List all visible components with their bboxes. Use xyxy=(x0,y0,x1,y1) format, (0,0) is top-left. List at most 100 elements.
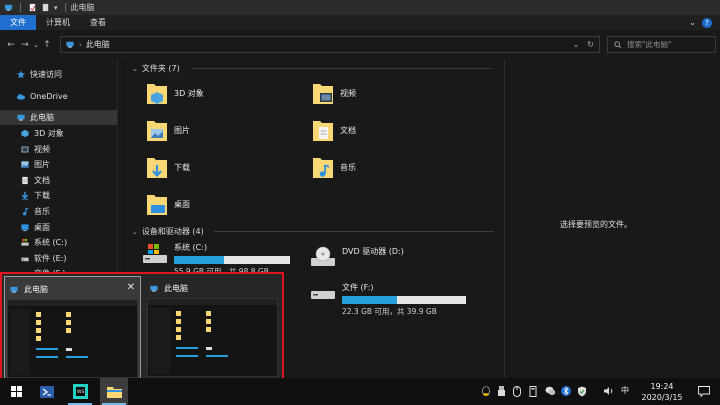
nav-item-pictures[interactable]: 图片 xyxy=(0,157,117,172)
nav-item-this-pc[interactable]: 此电脑 xyxy=(0,110,117,125)
devices-group-header[interactable]: ⌄ 设备和驱动器 (4) xyxy=(132,226,502,237)
clock-time: 19:24 xyxy=(650,382,674,391)
forward-arrow-icon[interactable]: → xyxy=(18,38,32,52)
file-explorer-icon xyxy=(106,386,122,398)
folder-music[interactable]: 音乐 xyxy=(312,154,356,180)
preview-divider[interactable] xyxy=(504,60,505,378)
computer-icon xyxy=(4,4,13,11)
drive-usage-fill xyxy=(342,296,397,304)
search-input[interactable]: 搜索"此电脑" xyxy=(607,36,716,53)
nav-item-onedrive[interactable]: OneDrive xyxy=(0,89,117,104)
nav-item-label: 文档 xyxy=(34,176,50,185)
address-bar[interactable]: › 此电脑 ⌄ ↻ xyxy=(60,36,600,53)
taskbar-powershell[interactable] xyxy=(33,378,61,405)
notification-icon xyxy=(698,386,710,397)
new-folder-icon[interactable] xyxy=(41,3,50,12)
folder-label: 视频 xyxy=(340,88,356,98)
folder-label: 下载 xyxy=(174,162,190,172)
action-center-button[interactable] xyxy=(692,378,716,405)
drive-d[interactable]: DVD 驱动器 (D:) xyxy=(310,246,404,268)
nav-item-quick-access[interactable]: 快速访问 xyxy=(0,67,117,82)
refresh-icon[interactable]: ↻ xyxy=(587,40,594,49)
tab-view[interactable]: 查看 xyxy=(80,15,116,30)
thumbnail-title: 此电脑 xyxy=(164,284,188,293)
powershell-icon xyxy=(40,385,54,398)
video-icon xyxy=(21,146,29,153)
qq-icon[interactable] xyxy=(481,385,491,396)
folder-videos[interactable]: 视频 xyxy=(312,80,356,106)
window-thumbnail[interactable]: 此电脑 ✕ xyxy=(4,276,141,380)
up-arrow-icon[interactable]: ↑ xyxy=(40,38,54,52)
folder-label: 桌面 xyxy=(174,199,190,209)
folder-icon xyxy=(313,84,333,104)
taskbar-webstorm[interactable]: WS xyxy=(66,378,94,405)
volume-icon[interactable] xyxy=(603,386,615,396)
thumbnail-preview xyxy=(147,298,278,377)
back-arrow-icon[interactable]: ← xyxy=(4,38,18,52)
quick-access-toolbar: ▾ xyxy=(0,3,69,12)
wechat-icon[interactable] xyxy=(545,386,556,396)
taskbar-clock[interactable]: 19:24 2020/3/15 xyxy=(636,381,688,403)
nav-item-videos[interactable]: 视频 xyxy=(0,142,117,157)
picture-icon xyxy=(21,161,29,168)
address-row: ← → ⌄ ↑ › 此电脑 ⌄ ↻ 搜索"此电脑" xyxy=(0,32,720,57)
folder-icon xyxy=(147,121,167,141)
nav-item-label: 系统 (C:) xyxy=(34,238,68,247)
nav-item-label: 下载 xyxy=(34,191,50,200)
ribbon-tabs: 文件 计算机 查看 ⌄ ? xyxy=(0,15,720,30)
nav-item-documents[interactable]: 文档 xyxy=(0,173,117,188)
dvd-drive-icon xyxy=(311,246,335,266)
chevron-down-icon: ⌄ xyxy=(132,64,138,73)
storage-icon[interactable] xyxy=(529,385,539,397)
system-tray: 中 xyxy=(481,385,629,397)
properties-icon[interactable] xyxy=(28,3,37,12)
bluetooth-icon[interactable] xyxy=(561,385,571,396)
clock-date: 2020/3/15 xyxy=(641,393,683,402)
preview-pane-text: 选择要预览的文件。 xyxy=(560,220,632,229)
address-path: 此电脑 xyxy=(85,40,110,49)
nav-item-3d-objects[interactable]: 3D 对象 xyxy=(0,126,117,141)
cloud-icon xyxy=(16,94,26,100)
help-icon[interactable]: ? xyxy=(702,17,712,28)
recent-locations-icon[interactable]: ⌄ xyxy=(32,38,40,52)
taskbar: WS 中 19:24 2020/3/15 xyxy=(0,378,720,405)
folder-label: 3D 对象 xyxy=(174,88,204,98)
computer-icon xyxy=(17,114,25,121)
nav-item-drive-e[interactable]: 软件 (E:) xyxy=(0,251,117,266)
folder-pictures[interactable]: 图片 xyxy=(146,117,190,143)
folders-group-header[interactable]: ⌄ 文件夹 (7) xyxy=(132,63,502,74)
nav-item-downloads[interactable]: 下载 xyxy=(0,188,117,203)
tab-computer[interactable]: 计算机 xyxy=(36,15,80,30)
nav-item-drive-c[interactable]: 系统 (C:) xyxy=(0,235,117,250)
folder-documents[interactable]: 文档 xyxy=(312,117,356,143)
usb-icon[interactable] xyxy=(497,385,507,396)
folder-downloads[interactable]: 下载 xyxy=(146,154,190,180)
customize-toolbar-icon[interactable]: ▾ xyxy=(54,4,58,12)
title-bar: ▾ 此电脑 xyxy=(0,0,720,15)
download-icon xyxy=(21,191,29,200)
folder-label: 文档 xyxy=(340,125,356,135)
nav-item-desktop[interactable]: 桌面 xyxy=(0,220,117,235)
drive-name: 系统 (C:) xyxy=(174,243,208,252)
nav-item-music[interactable]: 音乐 xyxy=(0,204,117,219)
input-method-icon[interactable]: 中 xyxy=(621,385,629,396)
nav-item-label: 桌面 xyxy=(34,223,50,232)
drive-icon xyxy=(311,291,335,299)
tab-file[interactable]: 文件 xyxy=(0,15,36,30)
thumbnail-preview xyxy=(7,299,138,378)
mouse-icon[interactable] xyxy=(513,385,523,397)
security-icon[interactable] xyxy=(577,386,587,396)
start-button[interactable] xyxy=(2,378,30,405)
taskbar-file-explorer[interactable] xyxy=(100,378,128,405)
drive-usage-bar xyxy=(174,256,290,264)
expand-ribbon-icon[interactable]: ⌄ xyxy=(689,18,696,27)
close-icon[interactable]: ✕ xyxy=(127,282,135,293)
window-thumbnail[interactable]: 此电脑 xyxy=(145,276,282,380)
chevron-right-icon[interactable]: › xyxy=(79,41,82,49)
group-header-label: 设备和驱动器 (4) xyxy=(141,227,204,236)
folder-desktop[interactable]: 桌面 xyxy=(146,191,190,217)
drive-f[interactable]: 文件 (F:) 22.3 GB 可用，共 39.9 GB xyxy=(310,282,466,317)
chevron-down-icon[interactable]: ⌄ xyxy=(573,40,580,49)
folder-3d-objects[interactable]: 3D 对象 xyxy=(146,80,204,106)
system-drive-icon xyxy=(143,244,167,263)
